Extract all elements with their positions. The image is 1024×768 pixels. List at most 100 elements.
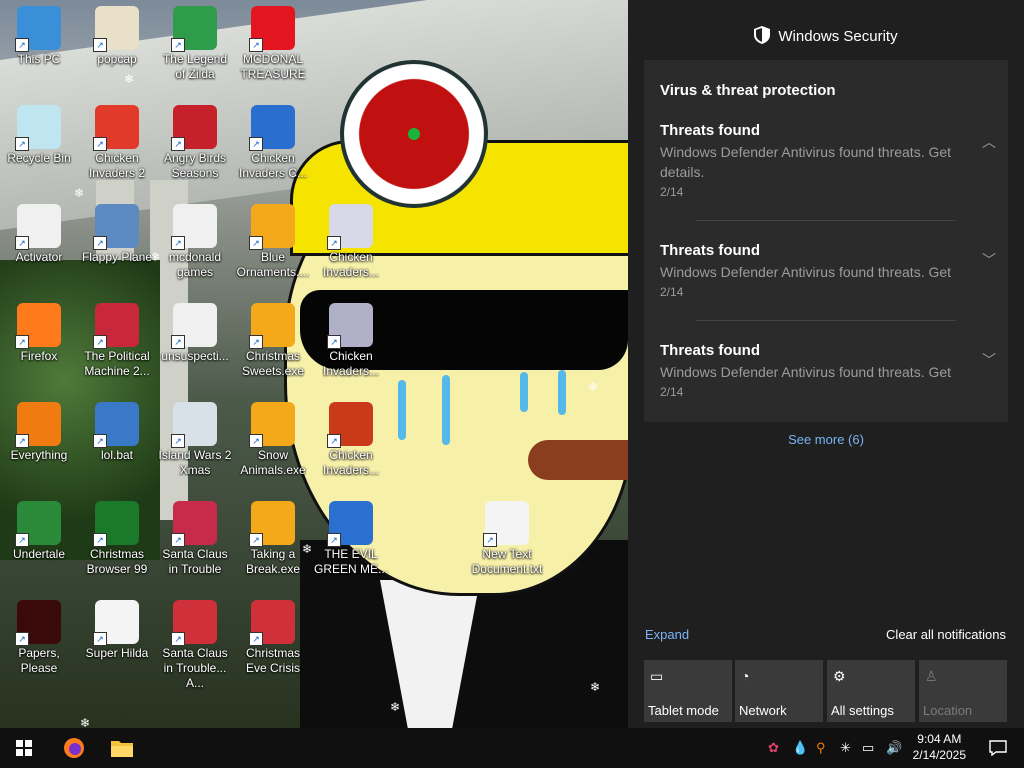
tray-search-everything-icon[interactable]: ⚲ [816, 740, 826, 756]
taskbar-clock[interactable]: 9:04 AM 2/14/2025 [913, 731, 966, 763]
desktop-icon-label: Papers, Please [18, 646, 60, 675]
taskbar-file-explorer[interactable] [98, 728, 146, 768]
shortcut-arrow-icon: ↗ [249, 434, 263, 448]
app-icon: ↗ [15, 501, 61, 547]
shortcut-arrow-icon: ↗ [171, 137, 185, 151]
desktop-icon[interactable]: ↗ The Legend of Zilda [156, 2, 234, 98]
desktop-icon[interactable]: ↗ Island Wars 2 Xmas [156, 398, 234, 494]
app-icon: ↗ [93, 6, 139, 52]
desktop-icon[interactable]: ↗ Chicken Invaders... [312, 299, 390, 395]
chevron-down-icon[interactable]: ﹀ [982, 350, 996, 370]
desktop-icon[interactable]: ↗ mcdonald games [156, 200, 234, 296]
desktop-icon[interactable]: ↗ Santa Claus in Trouble... A... [156, 596, 234, 692]
desktop-icon[interactable]: ↗ unsuspecti... [156, 299, 234, 395]
desktop-icon[interactable]: ↗ Blue Ornaments.... [234, 200, 312, 296]
app-icon: ↗ [15, 402, 61, 448]
app-icon: ↗ [171, 6, 217, 52]
wallpaper-tear [558, 370, 566, 415]
desktop-icon[interactable]: ↗ popcap [78, 2, 156, 98]
desktop-icon[interactable]: ↗ Chicken Invaders... [312, 398, 390, 494]
shortcut-arrow-icon: ↗ [249, 533, 263, 547]
expand-link[interactable]: Expand [645, 627, 689, 642]
desktop-icon-label: Recycle Bin [7, 151, 71, 165]
notification-body: Windows Defender Antivirus found threats… [660, 264, 952, 280]
quick-action-network[interactable]: ◔ Network [735, 660, 823, 722]
desktop-icon[interactable]: ↗ Papers, Please [0, 596, 78, 692]
shortcut-arrow-icon: ↗ [93, 533, 107, 547]
shortcut-arrow-icon: ↗ [93, 236, 107, 250]
quick-action-location[interactable]: ♙ Location [919, 660, 1007, 722]
app-icon: ↗ [15, 105, 61, 151]
wallpaper-tear [398, 380, 406, 440]
desktop-icon[interactable]: ↗ lol.bat [78, 398, 156, 494]
notification-item[interactable]: Threats found Windows Defender Antivirus… [660, 342, 990, 399]
desktop-icon-label: Super Hilda [85, 646, 149, 660]
shortcut-arrow-icon: ↗ [93, 38, 107, 52]
desktop-icon-label: Santa Claus in Trouble [162, 547, 228, 576]
chevron-down-icon[interactable]: ﹀ [982, 250, 996, 270]
notification-date: 2/14 [660, 385, 684, 399]
divider [696, 320, 956, 321]
desktop-icon[interactable]: ↗ Super Hilda [78, 596, 156, 692]
desktop-icon[interactable]: ↗ Angry Birds Seasons [156, 101, 234, 197]
desktop-icon[interactable]: ↗ Recycle Bin [0, 101, 78, 197]
christmas-clock-widget[interactable] [340, 60, 488, 208]
snowflake-icon: ❄ [590, 680, 601, 694]
app-icon: ↗ [249, 204, 295, 250]
chevron-up-icon[interactable]: ︿ [982, 132, 996, 152]
shortcut-arrow-icon: ↗ [15, 137, 29, 151]
quick-action-all-settings[interactable]: ⚙ All settings [827, 660, 915, 722]
app-icon: ↗ [171, 501, 217, 547]
tray-drop-icon[interactable]: 💧 [792, 740, 808, 756]
volume-icon[interactable]: 🔊 [886, 740, 902, 756]
desktop-icon[interactable]: ↗ New Text Document.txt [468, 497, 546, 593]
desktop-icon-label: lol.bat [100, 448, 134, 462]
desktop-icon-label: Blue Ornaments.... [236, 250, 310, 279]
desktop-icon[interactable]: ↗ MCDONAL TREASURE [234, 2, 312, 98]
desktop-icon[interactable]: ↗ The Political Machine 2... [78, 299, 156, 395]
notification-app-header[interactable]: Windows Security [628, 26, 1024, 48]
start-button[interactable] [0, 728, 48, 768]
desktop-icon-label: New Text Document.txt [471, 547, 543, 576]
shortcut-arrow-icon: ↗ [15, 38, 29, 52]
taskbar: ✿ 💧 ⚲ ✳ ▭ 🔊 9:04 AM 2/14/2025 [0, 728, 1024, 768]
tray-app-icon[interactable]: ✿ [768, 740, 779, 756]
see-more-link[interactable]: See more (6) [628, 432, 1024, 447]
notification-group-card: Virus & threat protection Threats found … [644, 60, 1008, 422]
desktop-icon[interactable]: ↗ Snow Animals.exe [234, 398, 312, 494]
desktop-icon[interactable]: ↗ Chicken Invaders C... [234, 101, 312, 197]
app-icon: ↗ [249, 501, 295, 547]
clear-all-link[interactable]: Clear all notifications [886, 627, 1006, 642]
taskbar-firefox[interactable] [50, 728, 98, 768]
shortcut-arrow-icon: ↗ [15, 533, 29, 547]
desktop-icon[interactable]: ↗ Christmas Browser 99 [78, 497, 156, 593]
action-center-button[interactable] [980, 728, 1016, 768]
desktop-icon-label: Snow Animals.exe [240, 448, 306, 477]
desktop-icon[interactable]: ↗ Christmas Eve Crisis [234, 596, 312, 692]
desktop-icon[interactable]: ↗ Everything [0, 398, 78, 494]
notification-item[interactable]: Threats found Windows Defender Antivirus… [660, 242, 990, 299]
quick-action-tablet-mode[interactable]: ▭ Tablet mode [644, 660, 732, 722]
desktop-icon[interactable]: ↗ Activator [0, 200, 78, 296]
desktop-icon[interactable]: ↗ Flappy Plane [78, 200, 156, 296]
notification-item[interactable]: Threats found Windows Defender Antivirus… [660, 122, 990, 199]
network-icon[interactable]: ▭ [862, 740, 874, 756]
notification-title: Threats found [660, 342, 760, 359]
folder-icon [111, 741, 133, 757]
shortcut-arrow-icon: ↗ [483, 533, 497, 547]
desktop-icon[interactable]: ↗ Firefox [0, 299, 78, 395]
wallpaper-tear [520, 372, 528, 412]
tray-snowflake-icon[interactable]: ✳ [840, 740, 851, 756]
desktop-icon[interactable]: ↗ Chicken Invaders 2 [78, 101, 156, 197]
desktop-icon[interactable]: ↗ THE EVIL GREEN ME... [312, 497, 390, 593]
desktop-icon[interactable]: ↗ Santa Claus in Trouble [156, 497, 234, 593]
desktop-icon[interactable]: ↗ Taking a Break.exe [234, 497, 312, 593]
desktop-icon-label: This PC [17, 52, 61, 66]
desktop-icon[interactable]: ↗ Christmas Sweets.exe [234, 299, 312, 395]
desktop-icon[interactable]: ↗ Undertale [0, 497, 78, 593]
clock-date: 2/14/2025 [912, 748, 966, 762]
desktop-icon[interactable]: ↗ Chicken Invaders... [312, 200, 390, 296]
desktop-icon-label: Everything [10, 448, 68, 462]
shortcut-arrow-icon: ↗ [249, 38, 263, 52]
desktop-icon[interactable]: ↗ This PC [0, 2, 78, 98]
